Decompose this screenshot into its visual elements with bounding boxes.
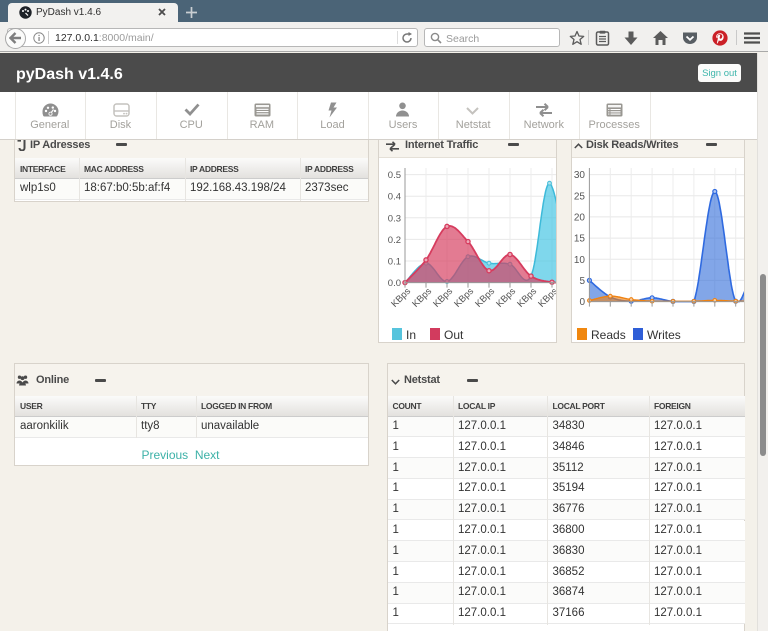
svg-text:0.1: 0.1: [388, 257, 401, 268]
svg-text:KBps: KBps: [389, 286, 413, 310]
svg-text:KBps: KBps: [473, 286, 497, 310]
svg-text:0.3: 0.3: [388, 213, 401, 224]
svg-text:0.5: 0.5: [388, 170, 401, 181]
svg-text:25: 25: [574, 191, 586, 202]
svg-text:KBps: KBps: [515, 286, 539, 310]
svg-text:0.0: 0.0: [388, 278, 401, 289]
svg-text:5: 5: [579, 276, 585, 287]
svg-text:20: 20: [574, 212, 586, 223]
svg-text:0.4: 0.4: [388, 192, 401, 203]
svg-text:15: 15: [574, 234, 586, 245]
svg-text:KBps: KBps: [431, 286, 455, 310]
svg-text:KBps: KBps: [536, 286, 556, 310]
svg-text:30: 30: [574, 170, 586, 181]
svg-text:0: 0: [579, 297, 585, 308]
svg-text:KBps: KBps: [452, 286, 476, 310]
svg-text:KBps: KBps: [494, 286, 518, 310]
svg-text:0.2: 0.2: [388, 235, 401, 246]
svg-text:KBps: KBps: [410, 286, 434, 310]
svg-text:10: 10: [574, 255, 586, 266]
